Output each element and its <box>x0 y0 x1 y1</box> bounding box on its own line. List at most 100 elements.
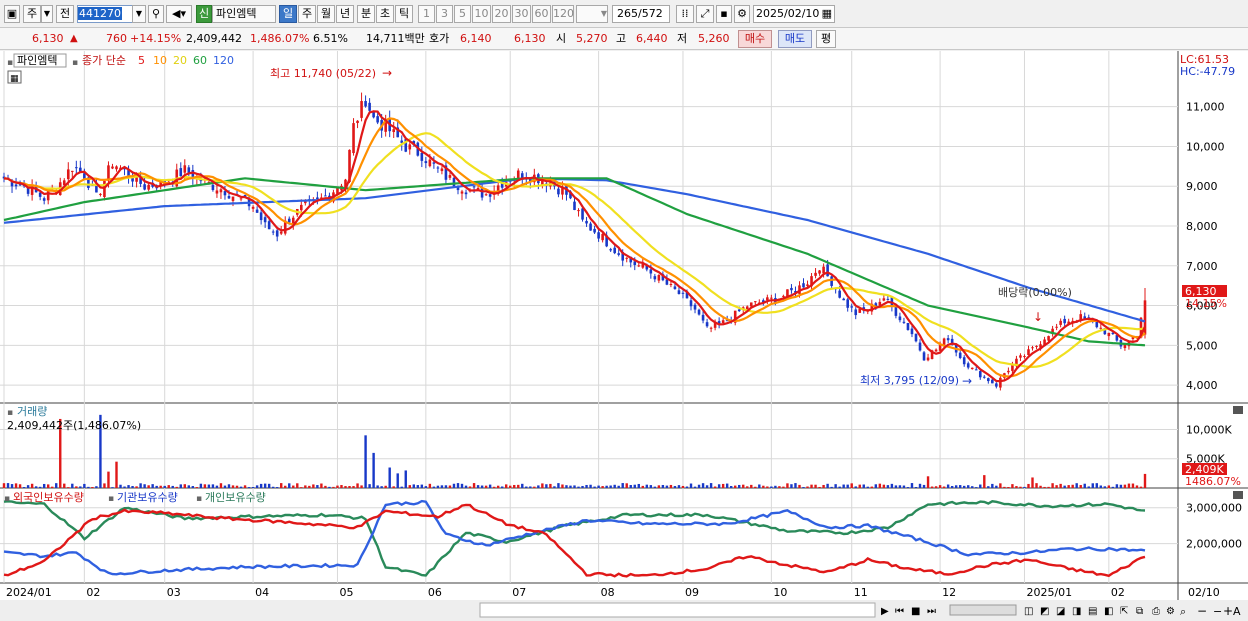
candle-body <box>982 376 986 378</box>
copy-icon[interactable]: ⧉ <box>1136 606 1143 617</box>
volume-bar <box>1087 486 1090 488</box>
tab-week[interactable]: 주 <box>298 5 316 23</box>
volume-bar <box>1111 486 1115 488</box>
settings-icon[interactable]: ⚙ <box>1166 606 1175 617</box>
stop-icon[interactable]: ■ <box>911 606 920 617</box>
ask-label: 호가 <box>429 32 450 45</box>
candle-body <box>1007 370 1010 373</box>
candle-body <box>846 299 849 308</box>
volume-bar <box>1011 484 1014 488</box>
collapse-icon[interactable]: − <box>1213 605 1222 618</box>
volume-bar <box>862 484 865 488</box>
scroll-last-icon[interactable]: ⏭ <box>927 606 936 617</box>
candle-body <box>962 357 966 365</box>
x-tick-label: 04 <box>255 586 269 599</box>
candle-body <box>922 352 926 361</box>
interval-30[interactable]: 30 <box>512 5 531 23</box>
average-button[interactable]: 평 <box>816 30 836 48</box>
speaker-icon[interactable]: ◀▾ <box>166 5 192 23</box>
volume-bar <box>1091 483 1094 488</box>
print-icon[interactable]: ⎙ <box>1152 606 1160 617</box>
font-size-icon[interactable]: A <box>1233 605 1241 618</box>
compare-icon[interactable]: ◪ <box>1056 606 1065 617</box>
window-icon[interactable]: ▣ <box>4 5 20 23</box>
grid-icon[interactable]: ⁞⁞ <box>676 5 694 23</box>
interval-120[interactable]: 120 <box>552 5 574 23</box>
layout-icon[interactable]: ◨ <box>1072 606 1081 617</box>
volume-bar <box>316 485 319 488</box>
volume-bar <box>456 483 460 488</box>
split-icon[interactable]: ▤ <box>1088 606 1097 617</box>
zoom-slider[interactable] <box>949 604 1017 616</box>
dropdown-icon[interactable]: ▼ <box>41 5 53 23</box>
code-dropdown-icon[interactable]: ▼ <box>132 5 146 23</box>
candle-body <box>376 116 379 123</box>
candle-body <box>271 231 275 233</box>
export-icon[interactable]: ⇱ <box>1120 606 1128 617</box>
candle-body <box>689 300 693 307</box>
volume-bar <box>432 486 436 488</box>
gear-icon[interactable]: ⚙ <box>734 5 750 23</box>
volume-bar <box>468 486 472 488</box>
buy-button[interactable]: 매수 <box>738 30 772 48</box>
tab-month[interactable]: 월 <box>317 5 335 23</box>
volume-bar <box>1083 483 1086 488</box>
interval-60[interactable]: 60 <box>532 5 551 23</box>
interval-20[interactable]: 20 <box>492 5 511 23</box>
save-icon[interactable]: ▪ <box>716 5 732 23</box>
sell-button[interactable]: 매도 <box>778 30 812 48</box>
candle-body <box>1107 332 1111 337</box>
crosshair-icon[interactable]: ⤢ <box>696 5 714 23</box>
interval-1[interactable]: 1 <box>418 5 435 23</box>
volume-bar <box>738 484 741 488</box>
legend-ma120: 120 <box>213 54 234 67</box>
chart-type-icon[interactable]: ◧ <box>1104 606 1113 617</box>
zoom-icon[interactable]: ⌕ <box>1180 605 1186 618</box>
x-tick-label: 03 <box>167 586 181 599</box>
draw-tool-icon[interactable]: ◫ <box>1024 606 1033 617</box>
candle-body <box>448 175 452 178</box>
tab-day[interactable]: 일 <box>279 5 297 23</box>
volume-bar <box>746 486 749 488</box>
stock-name-field[interactable]: 파인엠텍 <box>212 5 276 23</box>
volume-panel-close-icon[interactable] <box>1233 406 1243 414</box>
tab-year[interactable]: 년 <box>336 5 354 23</box>
price-change-pct: +14.15% <box>130 32 182 45</box>
search-icon[interactable]: ⚲ <box>148 5 164 23</box>
volume-bar <box>340 485 343 488</box>
tab-second[interactable]: 초 <box>376 5 394 23</box>
volume-bar <box>6 483 10 488</box>
volume-bar <box>368 484 371 488</box>
chart-area[interactable]: 11,000 10,000 9,000 8,000 7,000 6,000 5,000 4,0… <box>0 51 1248 621</box>
volume-bar <box>284 485 287 488</box>
volume-bar <box>115 461 118 488</box>
custom-interval-field[interactable]: ▼ <box>576 5 608 23</box>
volume-bar <box>91 486 94 488</box>
interval-10[interactable]: 10 <box>472 5 491 23</box>
candle-body <box>75 167 78 169</box>
tab-tick[interactable]: 틱 <box>395 5 413 23</box>
indicator-icon[interactable]: ◩ <box>1040 606 1049 617</box>
candle-body <box>1063 318 1066 324</box>
zoom-out-icon[interactable]: − <box>1197 604 1207 618</box>
prev-dir-button[interactable]: 주 <box>23 5 41 23</box>
tab-minute[interactable]: 분 <box>357 5 375 23</box>
interval-5[interactable]: 5 <box>454 5 471 23</box>
holdings-panel-close-icon[interactable] <box>1233 491 1243 499</box>
zoom-in-icon[interactable]: + <box>1223 604 1233 618</box>
stock-chart-svg[interactable]: 11,00010,0009,0008,0007,0006,0005,0004,0… <box>0 51 1248 621</box>
scroll-right-icon[interactable]: ▶ <box>881 606 889 617</box>
volume-bar <box>207 484 211 488</box>
date-field[interactable]: 2025/02/10 ▦ <box>753 5 835 23</box>
scroll-first-icon[interactable]: ⏮ <box>895 606 904 617</box>
candle-body <box>464 192 468 195</box>
scroll-track[interactable] <box>479 602 876 618</box>
interval-3[interactable]: 3 <box>436 5 453 23</box>
volume-bar <box>163 485 166 488</box>
volume-bar <box>1015 486 1018 488</box>
calendar-icon[interactable]: ▦ <box>822 6 834 22</box>
candle-body <box>66 169 70 180</box>
volume-bar <box>975 487 978 488</box>
bar-count-field[interactable]: 265/572 <box>612 5 670 23</box>
next-dir-button[interactable]: 전 <box>56 5 74 23</box>
